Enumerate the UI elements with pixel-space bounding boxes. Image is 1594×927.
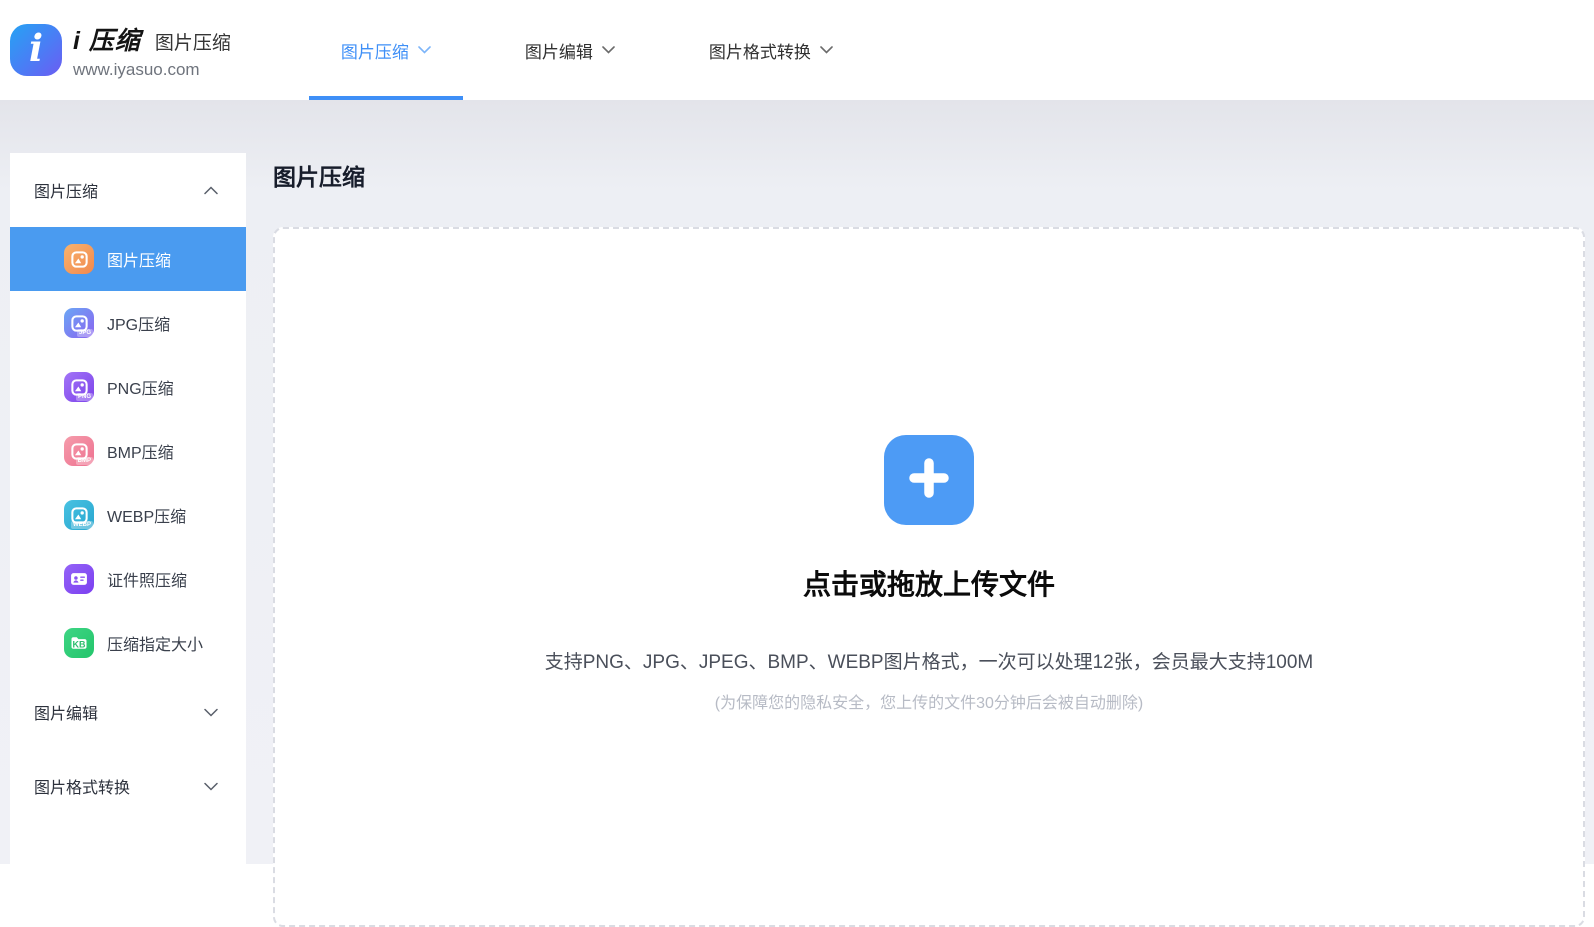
format-badge: PNG [76,393,93,401]
top-header: i i 压缩 图片压缩 www.iyasuo.com 图片压缩 图片编辑 图片格… [0,0,1594,100]
nav-label: 图片格式转换 [709,38,811,63]
sidebar-item-compress-to-size[interactable]: KB 压缩指定大小 [10,611,246,675]
nav-item-image-edit[interactable]: 图片编辑 [493,0,647,100]
sidebar: 图片压缩 图片压缩 JPG JPG压缩 PNG PNG压缩 BMP BMP压缩 [10,153,246,864]
kb-size-icon: KB [64,628,94,658]
sidebar-section-image-edit[interactable]: 图片编辑 [10,675,246,749]
chevron-down-icon [602,46,615,54]
sidebar-item-jpg-compress[interactable]: JPG JPG压缩 [10,291,246,355]
image-compress-icon [64,244,94,274]
top-nav: 图片压缩 图片编辑 图片格式转换 [309,0,865,100]
sidebar-section-format-convert[interactable]: 图片格式转换 [10,749,246,823]
nav-label: 图片压缩 [341,38,409,63]
section-label: 图片压缩 [34,178,98,202]
product-name: 图片压缩 [155,28,231,55]
sidebar-item-label: 图片压缩 [107,247,171,271]
plus-icon [905,454,953,507]
section-label: 图片格式转换 [34,774,130,798]
sidebar-item-label: 证件照压缩 [107,567,187,591]
sidebar-item-label: PNG压缩 [107,375,174,399]
section-label: 图片编辑 [34,700,98,724]
id-photo-icon [64,564,94,594]
bmp-compress-icon: BMP [64,436,94,466]
webp-compress-icon: WEBP [64,500,94,530]
chevron-down-icon [204,708,218,717]
chevron-up-icon [204,186,218,195]
supported-formats-note: 支持PNG、JPG、JPEG、BMP、WEBP图片格式，一次可以处理12张，会员… [545,647,1314,674]
sidebar-item-png-compress[interactable]: PNG PNG压缩 [10,355,246,419]
logo-text: i 压缩 图片压缩 www.iyasuo.com [73,21,231,80]
website-url: www.iyasuo.com [73,60,231,80]
chevron-down-icon [418,46,431,54]
sidebar-item-webp-compress[interactable]: WEBP WEBP压缩 [10,483,246,547]
sidebar-item-label: BMP压缩 [107,439,174,463]
add-files-button[interactable] [884,435,974,525]
brand-i-icon: i [10,24,62,76]
kb-label: KB [73,640,86,649]
png-compress-icon: PNG [64,372,94,402]
sidebar-item-label: 压缩指定大小 [107,631,203,655]
sidebar-item-label: JPG压缩 [107,311,170,335]
privacy-note: (为保障您的隐私安全，您上传的文件30分钟后会被自动删除) [715,689,1143,713]
sidebar-item-image-compress[interactable]: 图片压缩 [10,227,246,291]
format-badge: JPG [77,329,93,337]
upload-heading: 点击或拖放上传文件 [803,563,1055,603]
jpg-compress-icon: JPG [64,308,94,338]
upload-dropzone[interactable]: 点击或拖放上传文件 支持PNG、JPG、JPEG、BMP、WEBP图片格式，一次… [273,227,1585,927]
nav-item-image-compress[interactable]: 图片压缩 [309,0,463,100]
nav-item-format-convert[interactable]: 图片格式转换 [677,0,865,100]
site-logo[interactable]: i i 压缩 图片压缩 www.iyasuo.com [10,21,231,80]
sidebar-item-id-photo-compress[interactable]: 证件照压缩 [10,547,246,611]
nav-label: 图片编辑 [525,38,593,63]
brand-name: i 压缩 [73,21,141,57]
format-badge: BMP [76,457,93,465]
chevron-down-icon [204,782,218,791]
page-title: 图片压缩 [273,158,365,192]
format-badge: WEBP [71,521,93,529]
chevron-down-icon [820,46,833,54]
sidebar-section-image-compress[interactable]: 图片压缩 [10,153,246,227]
sidebar-item-label: WEBP压缩 [107,503,186,527]
sidebar-item-bmp-compress[interactable]: BMP BMP压缩 [10,419,246,483]
